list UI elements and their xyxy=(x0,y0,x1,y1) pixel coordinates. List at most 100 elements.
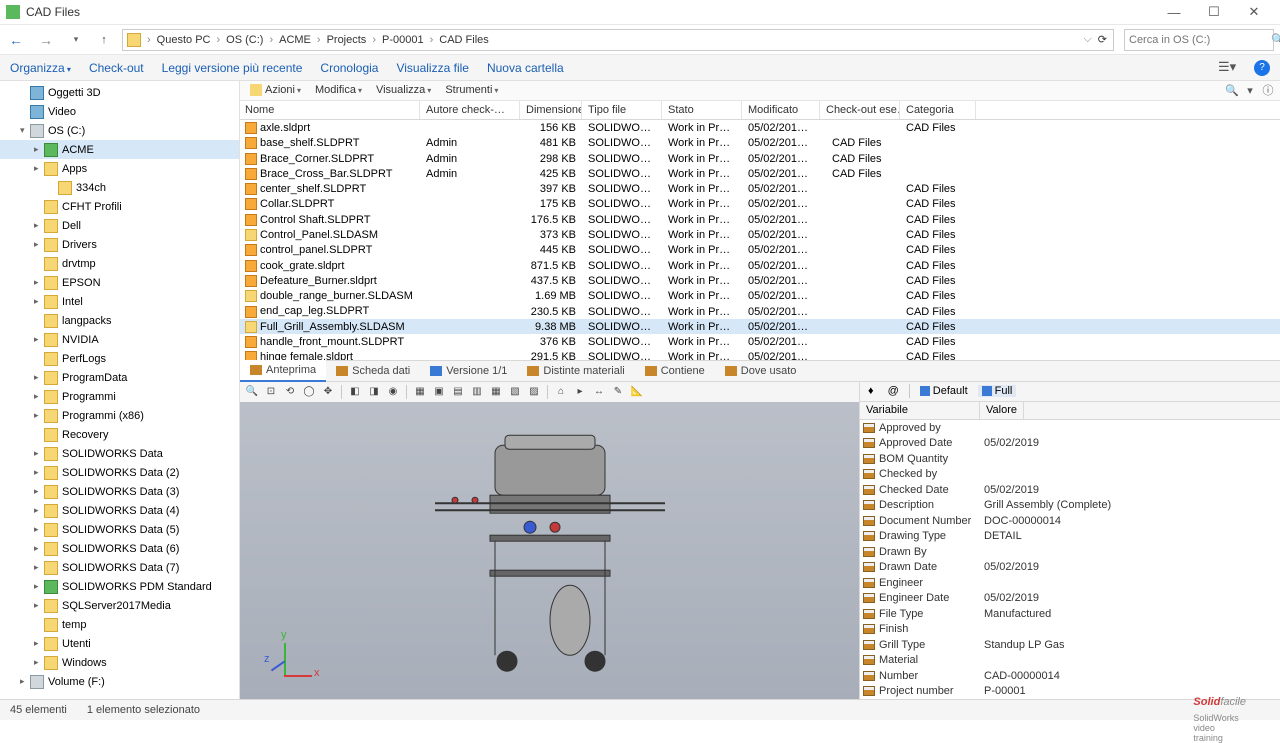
shaded-edges-icon[interactable]: ◨ xyxy=(366,384,382,400)
props-at-icon[interactable]: ♦ xyxy=(864,385,878,397)
prop-col-var[interactable]: Variabile xyxy=(860,402,980,419)
preview-canvas[interactable]: yxz xyxy=(240,402,859,699)
property-row[interactable]: Engineer Date05/02/2019 xyxy=(860,590,1280,606)
col-type[interactable]: Tipo file xyxy=(582,101,662,120)
tab-whereused[interactable]: Dove usato xyxy=(715,360,807,382)
tab-datacard[interactable]: Scheda dati xyxy=(326,360,420,382)
tree-node[interactable]: ▸Apps xyxy=(0,159,239,178)
checkout-button[interactable]: Check-out xyxy=(89,61,144,75)
property-row[interactable]: Grill TypeStandup LP Gas xyxy=(860,637,1280,653)
col-size[interactable]: Dimensione xyxy=(520,101,582,120)
col-state[interactable]: Stato xyxy=(662,101,742,120)
col-author[interactable]: Autore check-… xyxy=(420,101,520,120)
select-icon[interactable]: ▸ xyxy=(572,384,588,400)
zoom-in-icon[interactable]: 🔍 xyxy=(1224,84,1240,97)
tab-bom[interactable]: Distinte materiali xyxy=(517,360,634,382)
tree-node[interactable]: ▸SOLIDWORKS Data (2) xyxy=(0,463,239,482)
file-row[interactable]: base_shelf.SLDPRTAdmin481 KBSOLIDWORKS …… xyxy=(240,136,1280,151)
file-row[interactable]: Defeature_Burner.sldprt437.5 KBSOLIDWORK… xyxy=(240,273,1280,288)
property-row[interactable]: Finish xyxy=(860,621,1280,637)
zoom-dropdown-icon[interactable]: ▾ xyxy=(1242,84,1258,97)
tree-node[interactable]: ▸SQLServer2017Media xyxy=(0,596,239,615)
move-icon[interactable]: ↔ xyxy=(591,384,607,400)
property-row[interactable]: BOM Quantity xyxy=(860,451,1280,467)
home-icon[interactable]: ⌂ xyxy=(553,384,569,400)
tree-node[interactable]: ▸NVIDIA xyxy=(0,330,239,349)
up-button[interactable]: ↑ xyxy=(96,34,112,46)
file-row[interactable]: handle_front_mount.SLDPRT376 KBSOLIDWORK… xyxy=(240,334,1280,349)
search-box[interactable]: 🔍 xyxy=(1124,29,1274,51)
file-row[interactable]: Full_Grill_Assembly.SLDASM9.38 MBSOLIDWO… xyxy=(240,319,1280,334)
maximize-button[interactable]: ☐ xyxy=(1194,0,1234,25)
col-category[interactable]: Categoria xyxy=(900,101,976,120)
property-row[interactable]: NumberCAD-00000014 xyxy=(860,668,1280,684)
property-row[interactable]: Checked Date05/02/2019 xyxy=(860,482,1280,498)
search-icon[interactable]: 🔍 xyxy=(1271,33,1280,46)
zoom-fit-icon[interactable]: 🔍 xyxy=(244,384,260,400)
tree-node[interactable]: ▸ACME xyxy=(0,140,239,159)
property-row[interactable]: Approved by xyxy=(860,420,1280,436)
property-row[interactable]: Checked by xyxy=(860,466,1280,482)
info-icon[interactable]: ⓘ xyxy=(1260,82,1276,98)
left-icon[interactable]: ▥ xyxy=(469,384,485,400)
tree-node[interactable]: ▸Intel xyxy=(0,292,239,311)
get-latest-button[interactable]: Leggi versione più recente xyxy=(162,61,303,75)
edit-icon[interactable]: ✎ xyxy=(610,384,626,400)
front-icon[interactable]: ▣ xyxy=(431,384,447,400)
col-name[interactable]: Nome xyxy=(240,101,420,120)
props-full-tab[interactable]: Full xyxy=(978,385,1017,397)
display-menu[interactable]: Visualizza xyxy=(370,81,437,99)
property-row[interactable]: File TypeManufactured xyxy=(860,606,1280,622)
file-row[interactable]: end_cap_leg.SLDPRT230.5 KBSOLIDWORKS …Wo… xyxy=(240,304,1280,319)
search-input[interactable] xyxy=(1129,34,1271,46)
file-row[interactable]: hinge female.sldprt291.5 KBSOLIDWORKS …W… xyxy=(240,350,1280,360)
props-at2-icon[interactable]: @ xyxy=(884,385,903,397)
file-row[interactable]: Brace_Corner.SLDPRTAdmin298 KBSOLIDWORKS… xyxy=(240,151,1280,166)
property-row[interactable]: Drawing TypeDETAIL xyxy=(860,528,1280,544)
tree-node[interactable]: ▸EPSON xyxy=(0,273,239,292)
property-row[interactable]: Drawn Date05/02/2019 xyxy=(860,559,1280,575)
organize-menu[interactable]: Organizza xyxy=(10,61,71,75)
file-row[interactable]: double_range_burner.SLDASM1.69 MBSOLIDWO… xyxy=(240,289,1280,304)
property-row[interactable]: Material xyxy=(860,652,1280,668)
props-default-tab[interactable]: Default xyxy=(916,385,972,397)
tab-version[interactable]: Versione 1/1 xyxy=(420,360,517,382)
edit-menu[interactable]: Modifica xyxy=(309,81,368,99)
property-row[interactable]: DescriptionGrill Assembly (Complete) xyxy=(860,497,1280,513)
history-button[interactable]: Cronologia xyxy=(320,61,378,75)
file-row[interactable]: Brace_Cross_Bar.SLDPRTAdmin425 KBSOLIDWO… xyxy=(240,166,1280,181)
measure-icon[interactable]: 📐 xyxy=(629,384,645,400)
minimize-button[interactable]: — xyxy=(1154,0,1194,25)
tree-node[interactable]: ▸Drivers xyxy=(0,235,239,254)
file-row[interactable]: cook_grate.sldprt871.5 KBSOLIDWORKS …Wor… xyxy=(240,258,1280,273)
col-modified[interactable]: Modificato xyxy=(742,101,820,120)
back-icon[interactable]: ▤ xyxy=(450,384,466,400)
tree-node[interactable]: Video xyxy=(0,102,239,121)
property-row[interactable]: Approved Date05/02/2019 xyxy=(860,435,1280,451)
tree-node[interactable]: ▸Programmi xyxy=(0,387,239,406)
tree-node[interactable]: ▸ProgramData xyxy=(0,368,239,387)
view-file-button[interactable]: Visualizza file xyxy=(396,61,468,75)
new-folder-button[interactable]: Nuova cartella xyxy=(487,61,564,75)
right-icon[interactable]: ▦ xyxy=(488,384,504,400)
properties-list[interactable]: Approved byApproved Date05/02/2019BOM Qu… xyxy=(860,420,1280,699)
col-checkout[interactable]: Check-out ese… xyxy=(820,101,900,120)
tree-node[interactable]: ▸Dell xyxy=(0,216,239,235)
prop-col-val[interactable]: Valore xyxy=(980,402,1024,419)
top-icon[interactable]: ▧ xyxy=(507,384,523,400)
tree-node[interactable]: ▸Programmi (x86) xyxy=(0,406,239,425)
tree-node[interactable]: ▸SOLIDWORKS Data xyxy=(0,444,239,463)
folder-tree[interactable]: Oggetti 3DVideo▾OS (C:)▸ACME▸Apps334chCF… xyxy=(0,81,240,699)
tree-node[interactable]: ▸Utenti xyxy=(0,634,239,653)
tree-node[interactable]: Oggetti 3D xyxy=(0,83,239,102)
refresh-icon[interactable]: ⟳ xyxy=(1096,33,1109,46)
property-row[interactable]: Drawn By xyxy=(860,544,1280,560)
tree-node[interactable]: ▸SOLIDWORKS Data (6) xyxy=(0,539,239,558)
view-options-button[interactable]: ☰▾ xyxy=(1218,59,1236,77)
forward-button[interactable]: → xyxy=(36,32,56,48)
pan-icon[interactable]: ✥ xyxy=(320,384,336,400)
bottom-icon[interactable]: ▨ xyxy=(526,384,542,400)
tree-node[interactable]: ▸SOLIDWORKS Data (3) xyxy=(0,482,239,501)
tree-node[interactable]: ▸Windows xyxy=(0,653,239,672)
rotate-icon[interactable]: ⟲ xyxy=(282,384,298,400)
